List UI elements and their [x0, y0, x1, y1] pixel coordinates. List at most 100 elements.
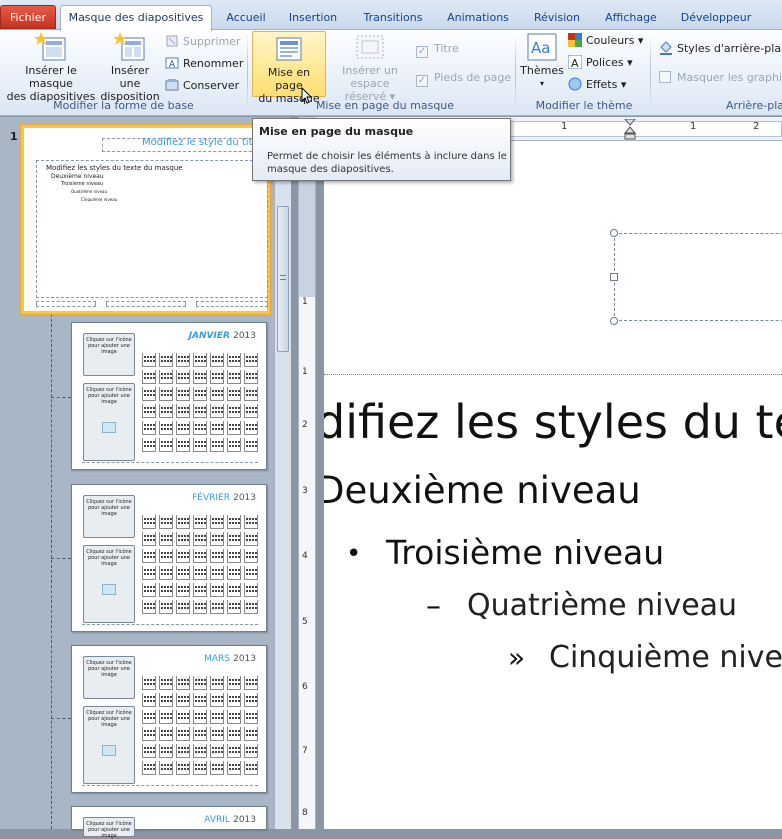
calendar-cell	[193, 387, 207, 401]
tab-view[interactable]: Affichage	[598, 8, 664, 30]
calendar-cell	[193, 761, 207, 775]
picture-icon	[102, 584, 116, 595]
rename-button[interactable]: A Renommer	[165, 55, 243, 73]
calendar-grid	[142, 670, 260, 782]
calendar-cell	[227, 404, 241, 418]
calendar-cell	[176, 515, 190, 529]
tooltip-description: Permet de choisir les éléments à inclure…	[267, 151, 507, 175]
slide-text-level5[interactable]: Cinquième nive	[549, 640, 782, 675]
resize-handle[interactable]	[610, 229, 618, 237]
thumb-level4: Quatrième niveau	[71, 189, 108, 194]
effects-button[interactable]: Effets ▾	[568, 76, 626, 94]
colors-button[interactable]: Couleurs ▾	[568, 32, 643, 50]
resize-handle[interactable]	[610, 317, 618, 325]
calendar-cell	[142, 532, 156, 546]
calendar-cell	[227, 549, 241, 563]
calendar-cell	[210, 404, 224, 418]
delete-button[interactable]: Supprimer	[165, 33, 241, 51]
slide-text-level1[interactable]: difiez les styles du te	[324, 395, 782, 449]
calendar-cell	[193, 583, 207, 597]
calendar-cell	[244, 693, 258, 707]
insert-placeholder-button[interactable]: Insérer un espace réservé ▾	[330, 32, 410, 103]
calendar-cell	[159, 761, 173, 775]
rename-icon: A	[165, 56, 179, 70]
calendar-cell	[159, 532, 173, 546]
grip-icon	[280, 275, 286, 280]
insert-layout-button[interactable]: Insérer une disposition	[99, 32, 161, 103]
calendar-cell	[142, 370, 156, 384]
thumb-footer	[82, 462, 258, 466]
calendar-cell	[193, 676, 207, 690]
footers-checkbox[interactable]: ✓ Pieds de page	[416, 69, 511, 87]
calendar-cell	[142, 676, 156, 690]
calendar-cell	[142, 549, 156, 563]
calendar-cell	[159, 421, 173, 435]
thumb-picture-placeholder: Cliquez sur l'icône pour ajouter une ima…	[83, 706, 135, 784]
tab-developer[interactable]: Développeur	[675, 8, 757, 30]
slide-text-level3[interactable]: Troisième niveau	[386, 533, 664, 572]
thumb-level1: Modifiez les styles du texte du masque	[46, 164, 183, 172]
placeholder-border	[324, 374, 782, 375]
layout-thumbnail-january[interactable]: Cliquez sur l'icône pour ajouter une ima…	[71, 322, 267, 470]
tab-file[interactable]: Fichier	[0, 5, 56, 29]
tab-transitions[interactable]: Transitions	[357, 8, 429, 30]
vertical-ruler: 1 1 2 3 4 5 6 7 8	[298, 117, 316, 829]
calendar-cell	[227, 566, 241, 580]
preserve-button[interactable]: Conserver	[165, 77, 239, 95]
calendar-cell	[142, 761, 156, 775]
scrollbar-thumb[interactable]	[277, 206, 289, 352]
calendar-cell	[159, 515, 173, 529]
svg-text:Aa: Aa	[531, 39, 550, 57]
title-placeholder[interactable]	[614, 233, 782, 321]
calendar-cell	[159, 404, 173, 418]
calendar-cell	[227, 387, 241, 401]
thumb-level5: Cinquième niveau	[81, 197, 118, 202]
calendar-cell	[227, 693, 241, 707]
ribbon: Insérer le masque des diapositives Insér…	[0, 30, 782, 116]
master-slide-thumbnail[interactable]: Modifiez le style du titre Modifiez les …	[21, 125, 272, 314]
delete-icon	[165, 34, 179, 48]
hide-background-graphics-checkbox[interactable]: Masquer les graphiq	[659, 69, 782, 87]
calendar-cell	[244, 532, 258, 546]
calendar-cell	[210, 532, 224, 546]
tab-home[interactable]: Accueil	[218, 8, 274, 30]
slide-text-level4[interactable]: Quatrième niveau	[467, 588, 737, 623]
themes-button[interactable]: Aa Thèmes ▾	[520, 32, 564, 96]
resize-handle[interactable]	[610, 273, 618, 281]
svg-text:A: A	[571, 57, 579, 69]
calendar-cell	[176, 583, 190, 597]
group-label-edit-theme: Modifier le thème	[535, 99, 633, 112]
calendar-cell	[227, 710, 241, 724]
calendar-cell	[210, 600, 224, 614]
calendar-cell	[193, 404, 207, 418]
layout-thumbnail-april[interactable]: Cliquez sur l'icône pour ajouter une ima…	[71, 806, 267, 839]
calendar-cell	[142, 515, 156, 529]
calendar-cell	[244, 744, 258, 758]
calendar-cell	[193, 727, 207, 741]
layout-thumbnail-march[interactable]: Cliquez sur l'icône pour ajouter une ima…	[71, 645, 267, 793]
layout-thumbnail-february[interactable]: Cliquez sur l'icône pour ajouter une ima…	[71, 484, 267, 632]
insert-slide-master-button[interactable]: Insérer le masque des diapositives	[4, 32, 98, 103]
month-title: JANVIER 2013	[188, 331, 256, 341]
master-layout-button[interactable]: Mise en page du masque	[252, 31, 326, 105]
calendar-cell	[244, 676, 258, 690]
tab-review[interactable]: Révision	[527, 8, 587, 30]
calendar-cell	[244, 404, 258, 418]
slide-text-level2[interactable]: Deuxième niveau	[324, 469, 641, 512]
calendar-cell	[210, 421, 224, 435]
background-styles-button[interactable]: Styles d'arrière-plan	[659, 40, 782, 58]
layout-connector	[51, 718, 71, 719]
tab-animations[interactable]: Animations	[440, 8, 516, 30]
fonts-button[interactable]: A Polices ▾	[567, 54, 633, 72]
thumbnail-scrollbar[interactable]	[274, 120, 291, 829]
group-label-edit-master: Modifier la forme de base	[53, 99, 194, 112]
tab-insert[interactable]: Insertion	[281, 8, 345, 30]
slide-editing-canvas[interactable]: difiez les styles du te Deuxième niveau …	[324, 141, 782, 829]
title-checkbox[interactable]: ✓ Titre	[416, 40, 459, 58]
ruler-number: 8	[302, 808, 308, 818]
calendar-cell	[193, 370, 207, 384]
tab-slide-master[interactable]: Masque des diapositives	[60, 5, 212, 31]
ruler-number: 5	[302, 617, 308, 627]
calendar-cell	[142, 600, 156, 614]
thumb-picture-placeholder: Cliquez sur l'icône pour ajouter une ima…	[83, 817, 135, 839]
